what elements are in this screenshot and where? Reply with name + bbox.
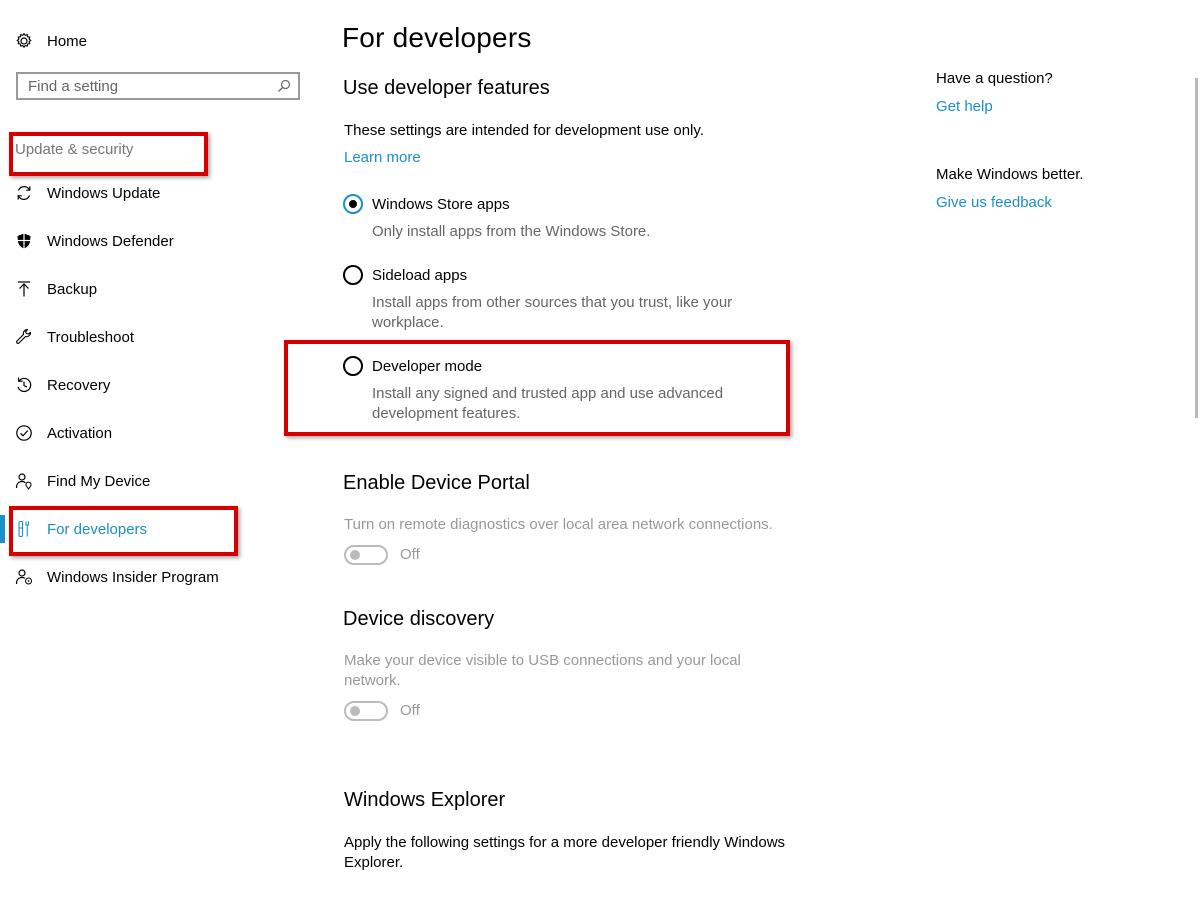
search-icon[interactable]	[276, 78, 292, 94]
sidebar-item-label: Backup	[47, 280, 98, 298]
windows-explorer-heading: Windows Explorer	[344, 789, 506, 811]
radio-label: Developer mode	[372, 357, 483, 375]
search-box[interactable]	[16, 72, 300, 100]
sidebar-item-windows-insider-program[interactable]: Windows Insider Program	[0, 553, 300, 601]
sidebar-item-for-developers[interactable]: For developers	[0, 505, 300, 553]
radio-label: Windows Store apps	[372, 195, 510, 213]
person-location-icon	[14, 471, 34, 491]
developer-tools-icon	[14, 519, 34, 539]
radio-developer-mode[interactable]: Developer mode	[343, 355, 482, 377]
sidebar-item-label: Find My Device	[47, 472, 151, 490]
radio-windows-store-apps[interactable]: Windows Store apps	[343, 193, 510, 215]
device-discovery-description: Make your device visible to USB connecti…	[344, 652, 741, 689]
radio-description: Install any signed and trusted app and u…	[372, 385, 724, 422]
sidebar-item-backup[interactable]: Backup	[0, 265, 300, 313]
question-heading: Have a question?	[936, 70, 1053, 87]
gear-icon	[14, 31, 34, 51]
check-circle-icon	[14, 423, 34, 443]
home-label: Home	[47, 32, 88, 50]
radio-dot	[349, 200, 357, 208]
get-help-link[interactable]: Get help	[936, 98, 993, 115]
sync-icon	[14, 183, 34, 203]
device-portal-description: Turn on remote diagnostics over local ar…	[344, 516, 773, 533]
give-feedback-link[interactable]: Give us feedback	[936, 194, 1052, 211]
sidebar-item-label: Recovery	[47, 376, 111, 394]
section-heading: Update & security	[15, 141, 134, 158]
device-discovery-toggle[interactable]	[344, 701, 388, 721]
sidebar-item-recovery[interactable]: Recovery	[0, 361, 300, 409]
radio-description: Only install apps from the Windows Store…	[372, 223, 651, 240]
search-input[interactable]	[18, 74, 278, 98]
backup-arrow-icon	[14, 279, 34, 299]
sidebar-item-label: Windows Update	[47, 184, 161, 202]
home-nav-item[interactable]: Home	[14, 29, 87, 53]
dev-features-heading: Use developer features	[343, 77, 550, 99]
sidebar-item-label: For developers	[47, 520, 148, 538]
device-discovery-heading: Device discovery	[343, 608, 495, 630]
radio-button-selected[interactable]	[343, 194, 363, 214]
feedback-prompt: Make Windows better.	[936, 166, 1084, 183]
sidebar-item-windows-defender[interactable]: Windows Defender	[0, 217, 300, 265]
dev-features-intro: These settings are intended for developm…	[344, 122, 704, 139]
wrench-icon	[14, 327, 34, 347]
sidebar-item-label: Troubleshoot	[47, 328, 134, 346]
sidebar-item-label: Windows Defender	[47, 232, 174, 250]
radio-sideload-apps[interactable]: Sideload apps	[343, 264, 467, 286]
active-indicator	[0, 515, 5, 543]
toggle-knob	[350, 706, 360, 716]
sidebar-item-label: Windows Insider Program	[47, 568, 219, 586]
sidebar-item-activation[interactable]: Activation	[0, 409, 300, 457]
sidebar-item-troubleshoot[interactable]: Troubleshoot	[0, 313, 300, 361]
device-portal-toggle[interactable]	[344, 545, 388, 565]
insider-person-icon	[14, 567, 34, 587]
radio-button[interactable]	[343, 265, 363, 285]
page-title: For developers	[342, 22, 532, 53]
settings-window: Home Update & security Windows Update	[0, 0, 1200, 900]
radio-button[interactable]	[343, 356, 363, 376]
shield-icon	[14, 231, 34, 251]
toggle-state-label: Off	[400, 546, 420, 563]
toggle-state-label: Off	[400, 702, 420, 719]
sidebar-item-find-my-device[interactable]: Find My Device	[0, 457, 300, 505]
sidebar-item-label: Activation	[47, 424, 113, 442]
windows-explorer-description: Apply the following settings for a more …	[344, 834, 786, 871]
recovery-icon	[14, 375, 34, 395]
learn-more-link[interactable]: Learn more	[344, 149, 421, 166]
device-portal-heading: Enable Device Portal	[343, 472, 530, 494]
sidebar-item-windows-update[interactable]: Windows Update	[0, 169, 300, 217]
radio-description: Install apps from other sources that you…	[372, 294, 733, 331]
vertical-scrollbar[interactable]	[1195, 78, 1198, 418]
toggle-knob	[350, 550, 360, 560]
radio-label: Sideload apps	[372, 266, 468, 284]
sidebar-nav: Windows Update Windows Defender Backup T…	[0, 169, 300, 601]
